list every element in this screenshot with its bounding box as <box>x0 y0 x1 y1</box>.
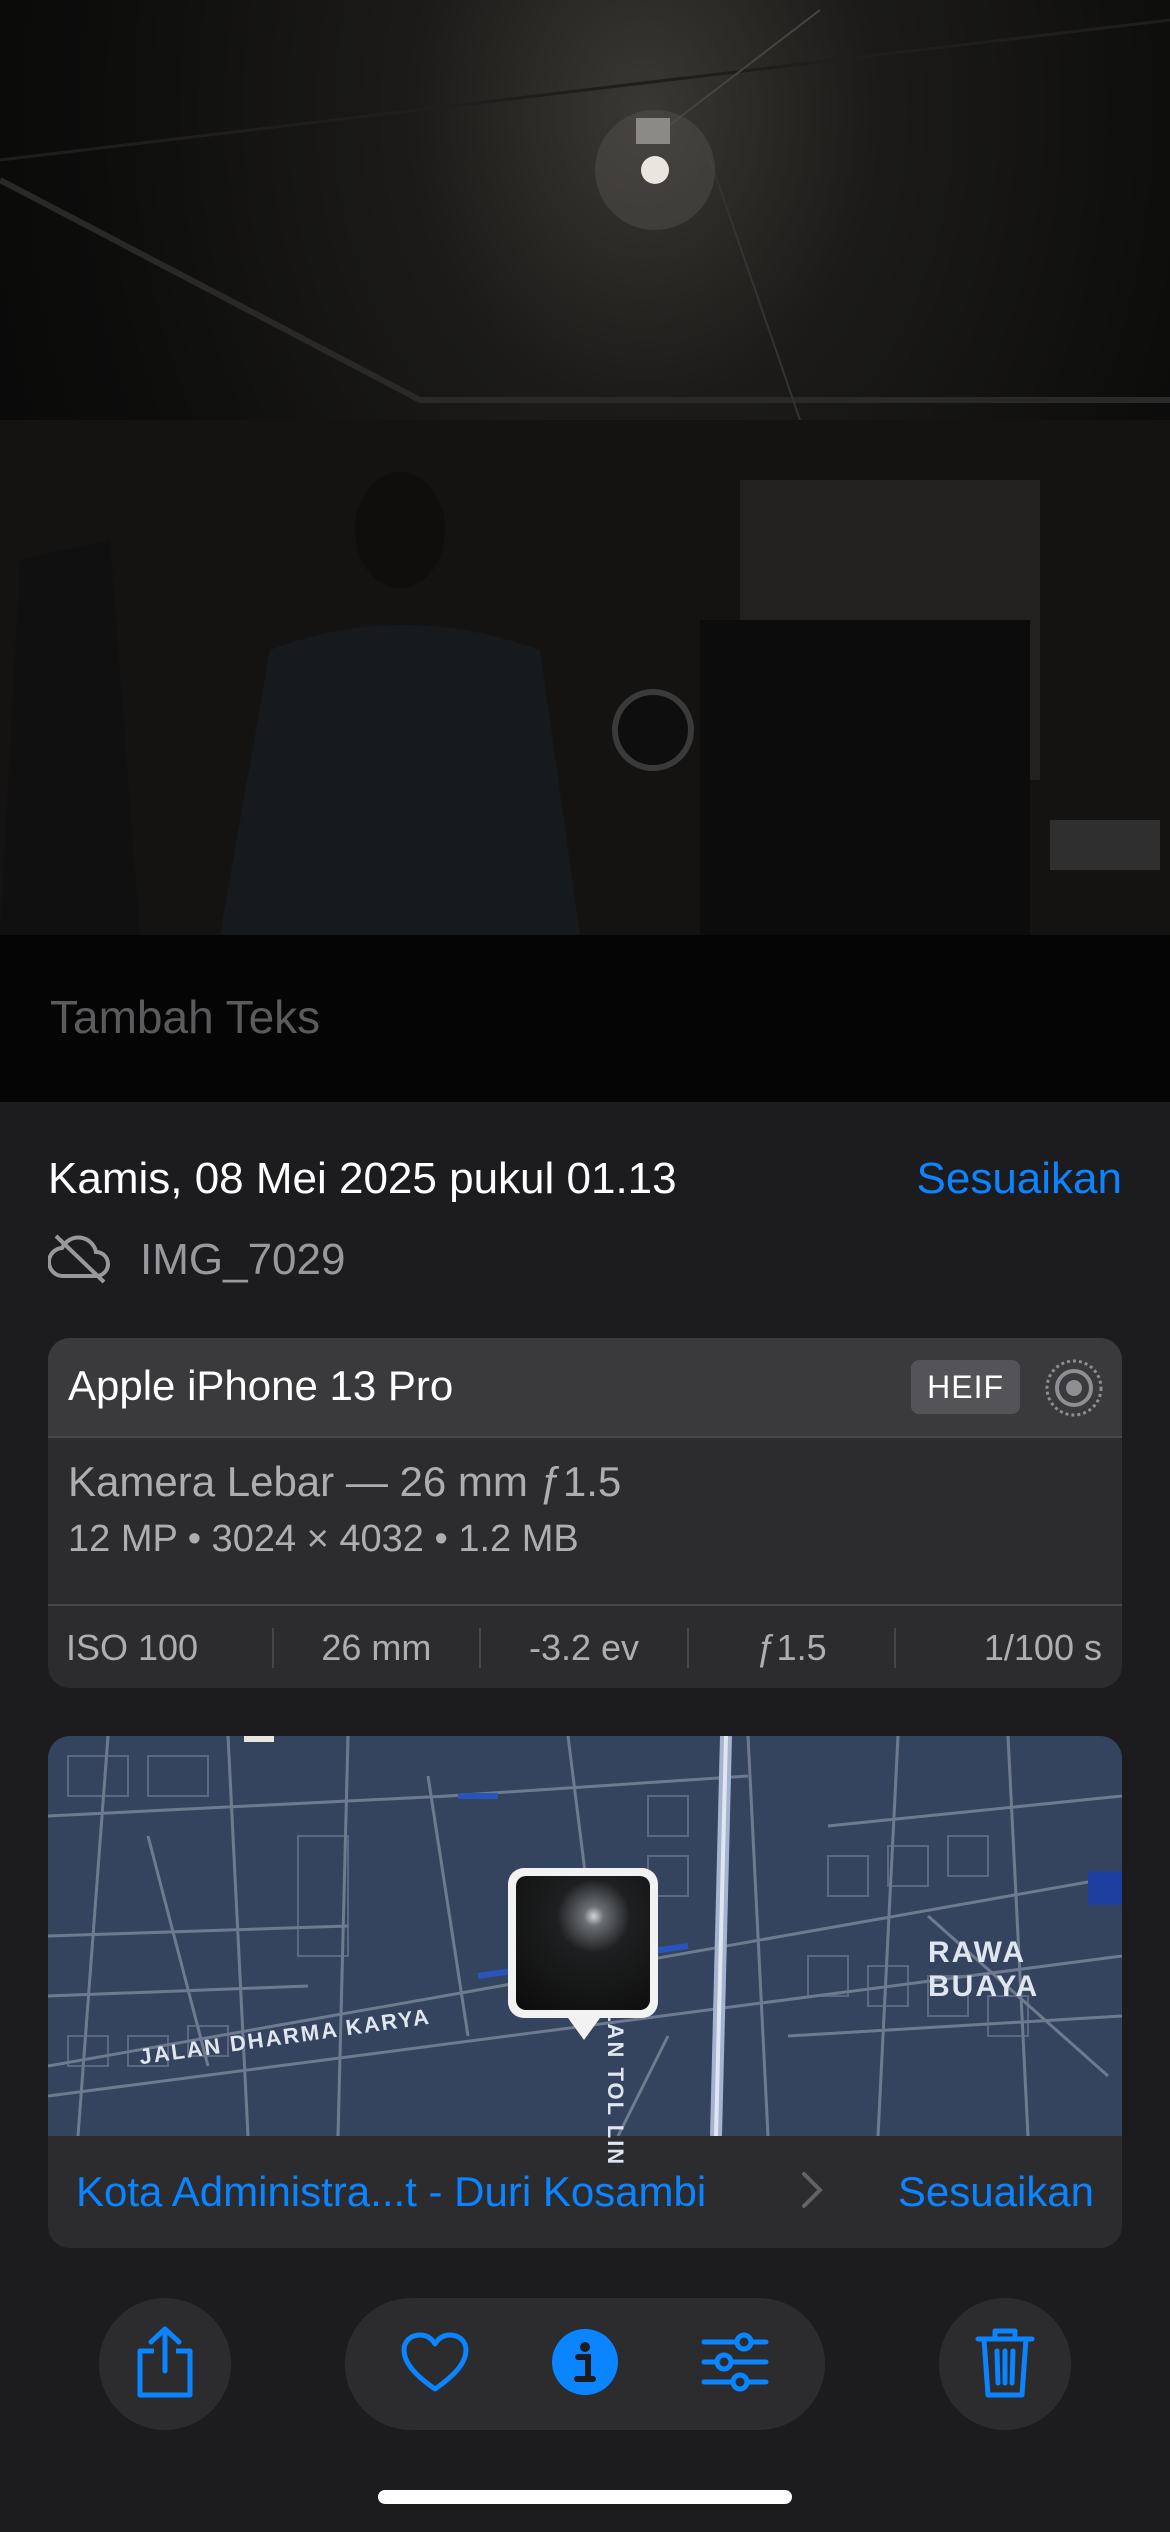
photo-viewer[interactable] <box>0 0 1170 935</box>
share-button[interactable] <box>99 2298 231 2430</box>
camera-details-card: Apple iPhone 13 Pro HEIF Kamera Lebar — … <box>48 1338 1122 1688</box>
map-photo-pin[interactable] <box>508 1868 658 2040</box>
map-pin-pointer <box>568 2018 600 2040</box>
heart-icon <box>400 2331 470 2398</box>
exif-iso: ISO 100 <box>48 1628 274 1668</box>
delete-button[interactable] <box>939 2298 1071 2430</box>
image-specs: 12 MP • 3024 × 4032 • 1.2 MB <box>68 1518 579 1560</box>
map-label-area: RAWA BUAYA <box>928 1936 1040 2003</box>
edit-button[interactable] <box>670 2298 800 2430</box>
location-map[interactable]: JALAN DHARMA KARYA JALAN TOL LIN RAWA BU… <box>48 1736 1122 2166</box>
chevron-right-icon <box>800 2170 824 2215</box>
home-indicator[interactable] <box>378 2490 792 2504</box>
map-photo-thumbnail <box>516 1876 650 2010</box>
trash-icon <box>975 2325 1035 2404</box>
location-card: JALAN DHARMA KARYA JALAN TOL LIN RAWA BU… <box>48 1736 1122 2248</box>
exif-focal-length: 26 mm <box>274 1628 482 1668</box>
exif-exposure-bias: -3.2 ev <box>481 1628 689 1668</box>
actions-pill <box>345 2298 825 2430</box>
info-button[interactable] <box>520 2298 650 2430</box>
exif-row: ISO 100 26 mm -3.2 ev ƒ1.5 1/100 s <box>48 1604 1122 1688</box>
adjust-location-button[interactable]: Sesuaikan <box>898 2168 1094 2216</box>
location-row[interactable]: Kota Administra...t - Duri Kosambi Sesua… <box>48 2136 1122 2248</box>
adjust-date-button[interactable]: Sesuaikan <box>917 1154 1122 1204</box>
lens-info: Kamera Lebar — 26 mm ƒ1.5 <box>68 1458 622 1505</box>
exif-aperture: ƒ1.5 <box>689 1628 897 1668</box>
device-name: Apple iPhone 13 Pro <box>68 1362 454 1409</box>
info-icon <box>551 2328 619 2401</box>
info-panel: Kamis, 08 Mei 2025 pukul 01.13 Sesuaikan… <box>0 1102 1170 2532</box>
cloud-off-icon <box>46 1232 112 1289</box>
exif-shutter: 1/100 s <box>983 1627 1102 1668</box>
caption-area[interactable]: Tambah Teks <box>0 935 1170 1102</box>
photo-image <box>0 9 1170 935</box>
location-name[interactable]: Kota Administra...t - Duri Kosambi <box>76 2168 706 2216</box>
caption-input[interactable]: Tambah Teks <box>50 990 320 1044</box>
filename: IMG_7029 <box>140 1235 346 1284</box>
live-photo-icon <box>1044 1358 1104 1423</box>
capture-date: Kamis, 08 Mei 2025 pukul 01.13 <box>48 1154 677 1203</box>
sliders-icon <box>700 2332 770 2397</box>
share-icon <box>134 2325 196 2404</box>
favorite-button[interactable] <box>370 2298 500 2430</box>
format-badge: HEIF <box>911 1360 1020 1414</box>
file-row: IMG_7029 <box>46 1230 346 1290</box>
camera-card-header: Apple iPhone 13 Pro HEIF <box>48 1338 1122 1438</box>
